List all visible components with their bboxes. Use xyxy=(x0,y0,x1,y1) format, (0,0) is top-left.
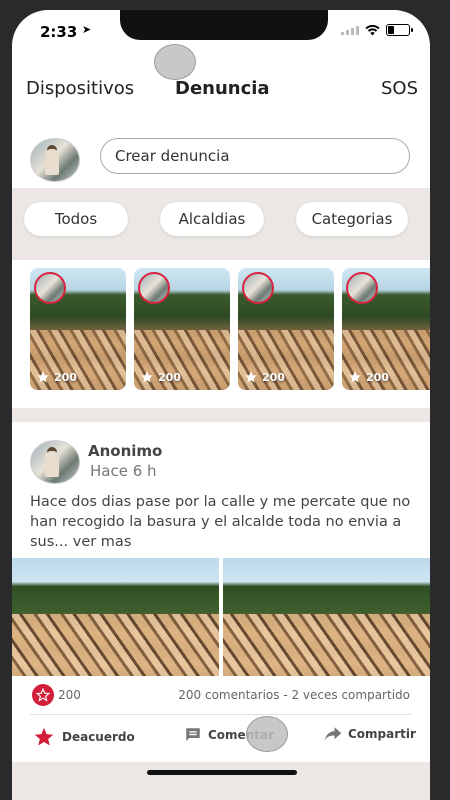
story-avatar xyxy=(34,272,66,304)
story-avatar xyxy=(346,272,378,304)
post-actions: Deacuerdo Comentar Compartir xyxy=(12,722,430,752)
tab-denuncia[interactable]: Denuncia xyxy=(175,78,270,99)
post-time: Hace 6 h xyxy=(90,462,157,480)
filter-alcaldias[interactable]: Alcaldias xyxy=(160,202,264,236)
share-label: Compartir xyxy=(348,727,416,741)
tab-sos[interactable]: SOS xyxy=(381,78,418,99)
agree-label: Deacuerdo xyxy=(62,730,135,744)
share-icon xyxy=(324,727,342,741)
post-stats: 200 200 comentarios - 2 veces compartido xyxy=(12,684,430,708)
post-image[interactable] xyxy=(12,558,219,676)
post-images xyxy=(12,558,430,676)
battery-icon xyxy=(386,24,413,36)
post-author-avatar[interactable] xyxy=(30,440,80,484)
story-count: 200 xyxy=(54,370,77,384)
star-icon xyxy=(37,371,49,383)
share-button[interactable]: Compartir xyxy=(324,726,416,742)
user-avatar[interactable] xyxy=(30,138,80,182)
story-card[interactable]: 200 xyxy=(342,268,430,390)
wifi-icon xyxy=(365,24,380,35)
story-count: 200 xyxy=(158,370,181,384)
tab-dispositivos[interactable]: Dispositivos xyxy=(26,78,134,99)
feed-separator xyxy=(12,408,430,422)
story-card[interactable]: 200 xyxy=(30,268,126,390)
status-time: 2:33 xyxy=(40,23,78,41)
story-card[interactable]: 200 xyxy=(134,268,230,390)
device-notch xyxy=(120,10,328,40)
star-icon xyxy=(32,684,54,706)
story-avatar xyxy=(242,272,274,304)
story-count: 200 xyxy=(262,370,285,384)
create-complaint-row: Crear denuncia xyxy=(12,128,430,188)
create-complaint-input[interactable]: Crear denuncia xyxy=(100,138,410,174)
story-carousel: 200 200 200 200 xyxy=(30,268,430,392)
post-image[interactable] xyxy=(223,558,430,676)
star-icon xyxy=(349,371,361,383)
touch-indicator xyxy=(154,44,196,80)
post-text[interactable]: Hace dos dias pase por la calle y me per… xyxy=(30,492,415,552)
star-icon xyxy=(141,371,153,383)
agree-button[interactable]: Deacuerdo xyxy=(32,726,135,748)
location-arrow-icon: ➤ xyxy=(82,23,92,36)
story-avatar xyxy=(138,272,170,304)
story-count: 200 xyxy=(366,370,389,384)
filter-todos[interactable]: Todos xyxy=(24,202,128,236)
post-author[interactable]: Anonimo xyxy=(88,442,162,460)
app-screen: 2:33 ➤ Dispositivos Denuncia SOS Crear d… xyxy=(12,10,430,800)
bottom-band xyxy=(12,762,430,800)
divider xyxy=(30,714,412,715)
signal-icon xyxy=(341,25,359,35)
story-card[interactable]: 200 xyxy=(238,268,334,390)
filter-categorias[interactable]: Categorias xyxy=(296,202,408,236)
home-indicator[interactable] xyxy=(147,770,297,775)
post-card: Anonimo Hace 6 h Hace dos dias pase por … xyxy=(12,422,430,762)
comment-icon xyxy=(186,728,200,741)
likes-count: 200 xyxy=(58,688,81,702)
touch-indicator xyxy=(246,716,288,752)
comments-shares-count[interactable]: 200 comentarios - 2 veces compartido xyxy=(178,688,410,702)
star-icon xyxy=(34,727,54,746)
star-icon xyxy=(245,371,257,383)
top-nav: Dispositivos Denuncia SOS xyxy=(12,78,430,108)
filter-bar: Todos Alcaldias Categorias xyxy=(12,188,430,260)
